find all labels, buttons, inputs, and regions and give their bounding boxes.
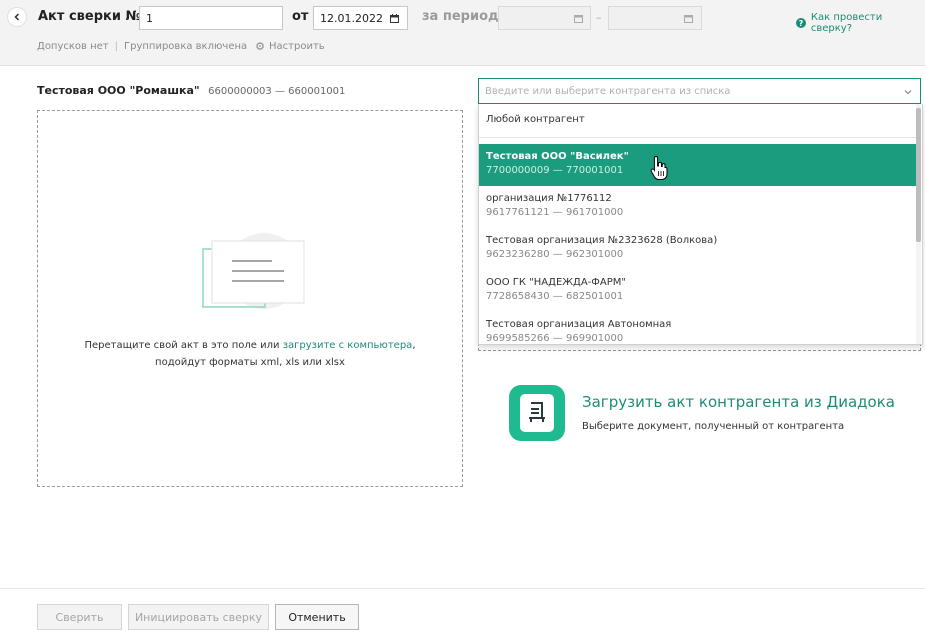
diadoc-description: Выберите документ, полученный от контраг… (582, 421, 845, 432)
dropzone-formats: подойдут форматы xml, xls или xlsx (155, 357, 345, 368)
diadoc-document-icon (520, 394, 554, 432)
own-organization: Тестовая ООО "Ромашка" 6600000003 — 6600… (37, 84, 345, 97)
page-title: Акт сверки № (38, 9, 142, 24)
counterparty-option-code: 9623236280 — 962301000 (486, 249, 624, 260)
date-from-label: от (292, 9, 309, 24)
tolerances-status: Допусков нет (37, 41, 109, 52)
counterparty-option[interactable]: Тестовая организация Автономная 96995852… (479, 312, 917, 344)
period-end-calendar-icon (684, 15, 693, 23)
dropdown-scrollbar[interactable] (916, 104, 921, 344)
settings-link[interactable]: Настроить (269, 41, 325, 52)
document-illustration-icon (202, 233, 305, 309)
help-link[interactable]: ? Как провести сверку? (796, 12, 925, 34)
period-label: за период (422, 9, 499, 24)
upload-from-computer-link[interactable]: загрузите с компьютера (283, 340, 413, 351)
counterparty-option-name: Тестовая ООО "Василек" (486, 151, 629, 162)
counterparty-option-name: ООО ГК "НАДЕЖДА-ФАРМ" (486, 277, 626, 288)
counterparty-option-name: Тестовая организация Автономная (486, 319, 672, 330)
chevron-left-icon (14, 13, 20, 21)
back-button[interactable] (7, 7, 27, 27)
counterparty-search-input[interactable]: Введите или выберите контрагента из спис… (478, 78, 921, 104)
gear-icon[interactable]: ⚙ (255, 40, 265, 53)
dropzone-text-before: Перетащите свой акт в это поле или (84, 340, 283, 351)
help-link-label: Как провести сверку? (810, 12, 883, 34)
hand-pointer-cursor-icon (650, 155, 668, 180)
counterparty-dropdown: Любой контрагент Тестовая ООО "Василек" … (478, 104, 923, 345)
period-dash: – (596, 11, 602, 24)
load-from-diadoc-link[interactable]: Загрузить акт контрагента из Диадока (582, 393, 895, 411)
dropzone-instructions: Перетащите свой акт в это поле или загру… (38, 337, 462, 371)
counterparty-option[interactable]: ООО ГК "НАДЕЖДА-ФАРМ" 7728658430 — 68250… (479, 270, 917, 312)
grouping-status: Группировка включена (124, 41, 248, 52)
calendar-icon[interactable] (390, 14, 399, 23)
counterparty-option-name: Тестовая организация №2323628 (Волкова) (486, 235, 718, 246)
act-number-input[interactable] (139, 6, 283, 30)
counterparty-placeholder: Введите или выберите контрагента из спис… (485, 85, 731, 97)
header-panel: Акт сверки № от за период – ? Как провес… (0, 0, 925, 66)
settings-summary: Допусков нет | Группировка включена ⚙ На… (37, 40, 325, 53)
separator: | (114, 41, 119, 52)
initiate-verification-button[interactable]: Инициировать сверку (128, 604, 269, 630)
question-icon: ? (796, 18, 806, 28)
verify-button[interactable]: Сверить (37, 604, 122, 630)
file-dropzone[interactable]: Перетащите свой акт в это поле или загру… (37, 110, 463, 487)
counterparty-option-code: 7728658430 — 682501001 (486, 291, 624, 302)
counterparty-option-code: 9617761121 — 961701000 (486, 207, 624, 218)
cancel-button[interactable]: Отменить (275, 604, 359, 630)
chevron-down-icon[interactable] (904, 88, 912, 96)
dropzone-text-after: , (412, 340, 416, 351)
dropdown-scroll-thumb[interactable] (916, 108, 921, 242)
counterparty-option-code: 7700000009 — 770001001 (486, 165, 624, 176)
counterparty-option[interactable]: Тестовая ООО "Василек" 7700000009 — 7700… (479, 144, 917, 186)
any-counterparty-option[interactable]: Любой контрагент (479, 104, 917, 138)
org-codes: 6600000003 — 660001001 (208, 86, 346, 97)
counterparty-option[interactable]: Тестовая организация №2323628 (Волкова) … (479, 228, 917, 270)
diadoc-logo-icon[interactable] (509, 385, 565, 441)
period-start-calendar-icon (574, 15, 583, 23)
counterparty-option-name: организация №1776112 (486, 193, 612, 204)
org-name: Тестовая ООО "Ромашка" (37, 84, 200, 97)
counterparty-option[interactable]: организация №1776112 9617761121 — 961701… (479, 186, 917, 228)
counterparty-option-code: 9699585266 — 969901000 (486, 333, 624, 344)
